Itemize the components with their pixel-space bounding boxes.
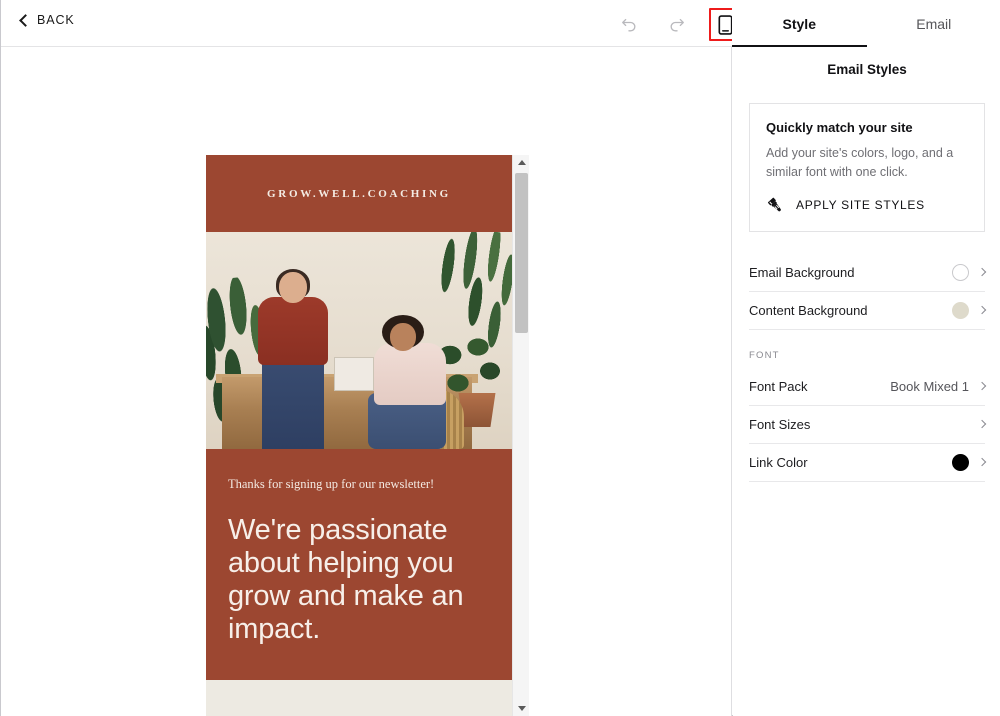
row-font-pack-label: Font Pack bbox=[749, 378, 808, 394]
row-link-color[interactable]: Link Color bbox=[749, 444, 987, 482]
email-preview[interactable]: GROW.WELL.COACHING Thanks for signing up… bbox=[206, 155, 512, 716]
redo-button[interactable] bbox=[661, 9, 692, 40]
email-header: GROW.WELL.COACHING bbox=[206, 155, 512, 232]
toolbar-icon-group bbox=[613, 8, 742, 41]
row-font-sizes[interactable]: Font Sizes bbox=[749, 406, 987, 444]
apply-site-styles-label: APPLY SITE STYLES bbox=[796, 198, 925, 212]
tab-style-label: Style bbox=[782, 15, 816, 32]
row-font-sizes-label: Font Sizes bbox=[749, 416, 811, 432]
tab-style[interactable]: Style bbox=[732, 0, 867, 47]
style-panel: Email Styles Quickly match your site Add… bbox=[733, 47, 1000, 716]
row-email-background-label: Email Background bbox=[749, 264, 855, 280]
email-hero-image bbox=[206, 232, 512, 449]
chevron-right-icon bbox=[977, 305, 987, 315]
chevron-right-icon bbox=[977, 419, 987, 429]
row-font-pack-value: Book Mixed 1 bbox=[890, 378, 969, 394]
row-font-pack[interactable]: Font Pack Book Mixed 1 bbox=[749, 368, 987, 406]
redo-icon bbox=[670, 18, 684, 32]
photo-person-two-top bbox=[374, 343, 446, 405]
tab-email[interactable]: Email bbox=[867, 0, 1000, 47]
scroll-down-button[interactable] bbox=[513, 701, 530, 716]
photo-person-one-head bbox=[279, 272, 307, 303]
preview-canvas: GROW.WELL.COACHING Thanks for signing up… bbox=[1, 47, 732, 716]
style-settings-list: Email Background Content Background FONT… bbox=[749, 254, 987, 482]
chevron-left-icon bbox=[19, 14, 32, 27]
scrollbar-thumb[interactable] bbox=[515, 173, 528, 333]
tab-email-label: Email bbox=[916, 15, 952, 32]
link-color-swatch[interactable] bbox=[952, 453, 969, 471]
undo-icon bbox=[621, 18, 635, 32]
preview-scrollbar[interactable] bbox=[512, 155, 529, 716]
content-background-swatch[interactable] bbox=[952, 301, 969, 319]
email-body: Thanks for signing up for our newsletter… bbox=[206, 449, 512, 681]
scroll-down-arrow-icon bbox=[517, 706, 526, 711]
photo-person-one-legs bbox=[262, 353, 324, 449]
font-section-label: FONT bbox=[749, 349, 780, 361]
row-link-color-label: Link Color bbox=[749, 454, 808, 470]
scroll-up-button[interactable] bbox=[513, 155, 530, 170]
row-content-background[interactable]: Content Background bbox=[749, 292, 987, 330]
photo-person-two-head bbox=[390, 323, 416, 351]
chevron-right-icon bbox=[977, 267, 987, 277]
photo-laptop bbox=[334, 357, 374, 391]
apply-site-styles-button[interactable]: APPLY SITE STYLES bbox=[766, 196, 968, 215]
panel-title: Email Styles bbox=[827, 62, 907, 77]
photo-person-one-top bbox=[258, 297, 328, 365]
top-toolbar: BACK Style Email bbox=[1, 0, 1000, 47]
email-brand-logo: GROW.WELL.COACHING bbox=[267, 187, 451, 200]
email-heading: We're passionate about helping you grow … bbox=[228, 514, 464, 646]
panel-tabs: Style Email bbox=[732, 0, 1000, 47]
mobile-preview-icon bbox=[718, 14, 733, 35]
promo-description: Add your site's colors, logo, and a simi… bbox=[766, 146, 954, 179]
chevron-right-icon bbox=[977, 381, 987, 391]
back-button[interactable]: BACK bbox=[19, 13, 75, 27]
paintbrush-icon bbox=[767, 197, 781, 211]
row-email-background[interactable]: Email Background bbox=[749, 254, 987, 292]
email-style-editor: BACK Style Email GROW.WELL.COACHING Than… bbox=[0, 0, 1000, 716]
row-content-background-label: Content Background bbox=[749, 302, 868, 318]
email-content-area bbox=[206, 680, 512, 716]
chevron-right-icon bbox=[977, 457, 987, 467]
scroll-up-arrow-icon bbox=[517, 160, 526, 165]
email-subtitle: Thanks for signing up for our newsletter… bbox=[228, 477, 435, 491]
promo-title: Quickly match your site bbox=[766, 120, 913, 135]
email-background-swatch[interactable] bbox=[952, 263, 969, 281]
apply-site-styles-card: Quickly match your site Add your site's … bbox=[749, 103, 985, 232]
back-button-label: BACK bbox=[37, 13, 75, 27]
undo-button[interactable] bbox=[613, 9, 644, 40]
